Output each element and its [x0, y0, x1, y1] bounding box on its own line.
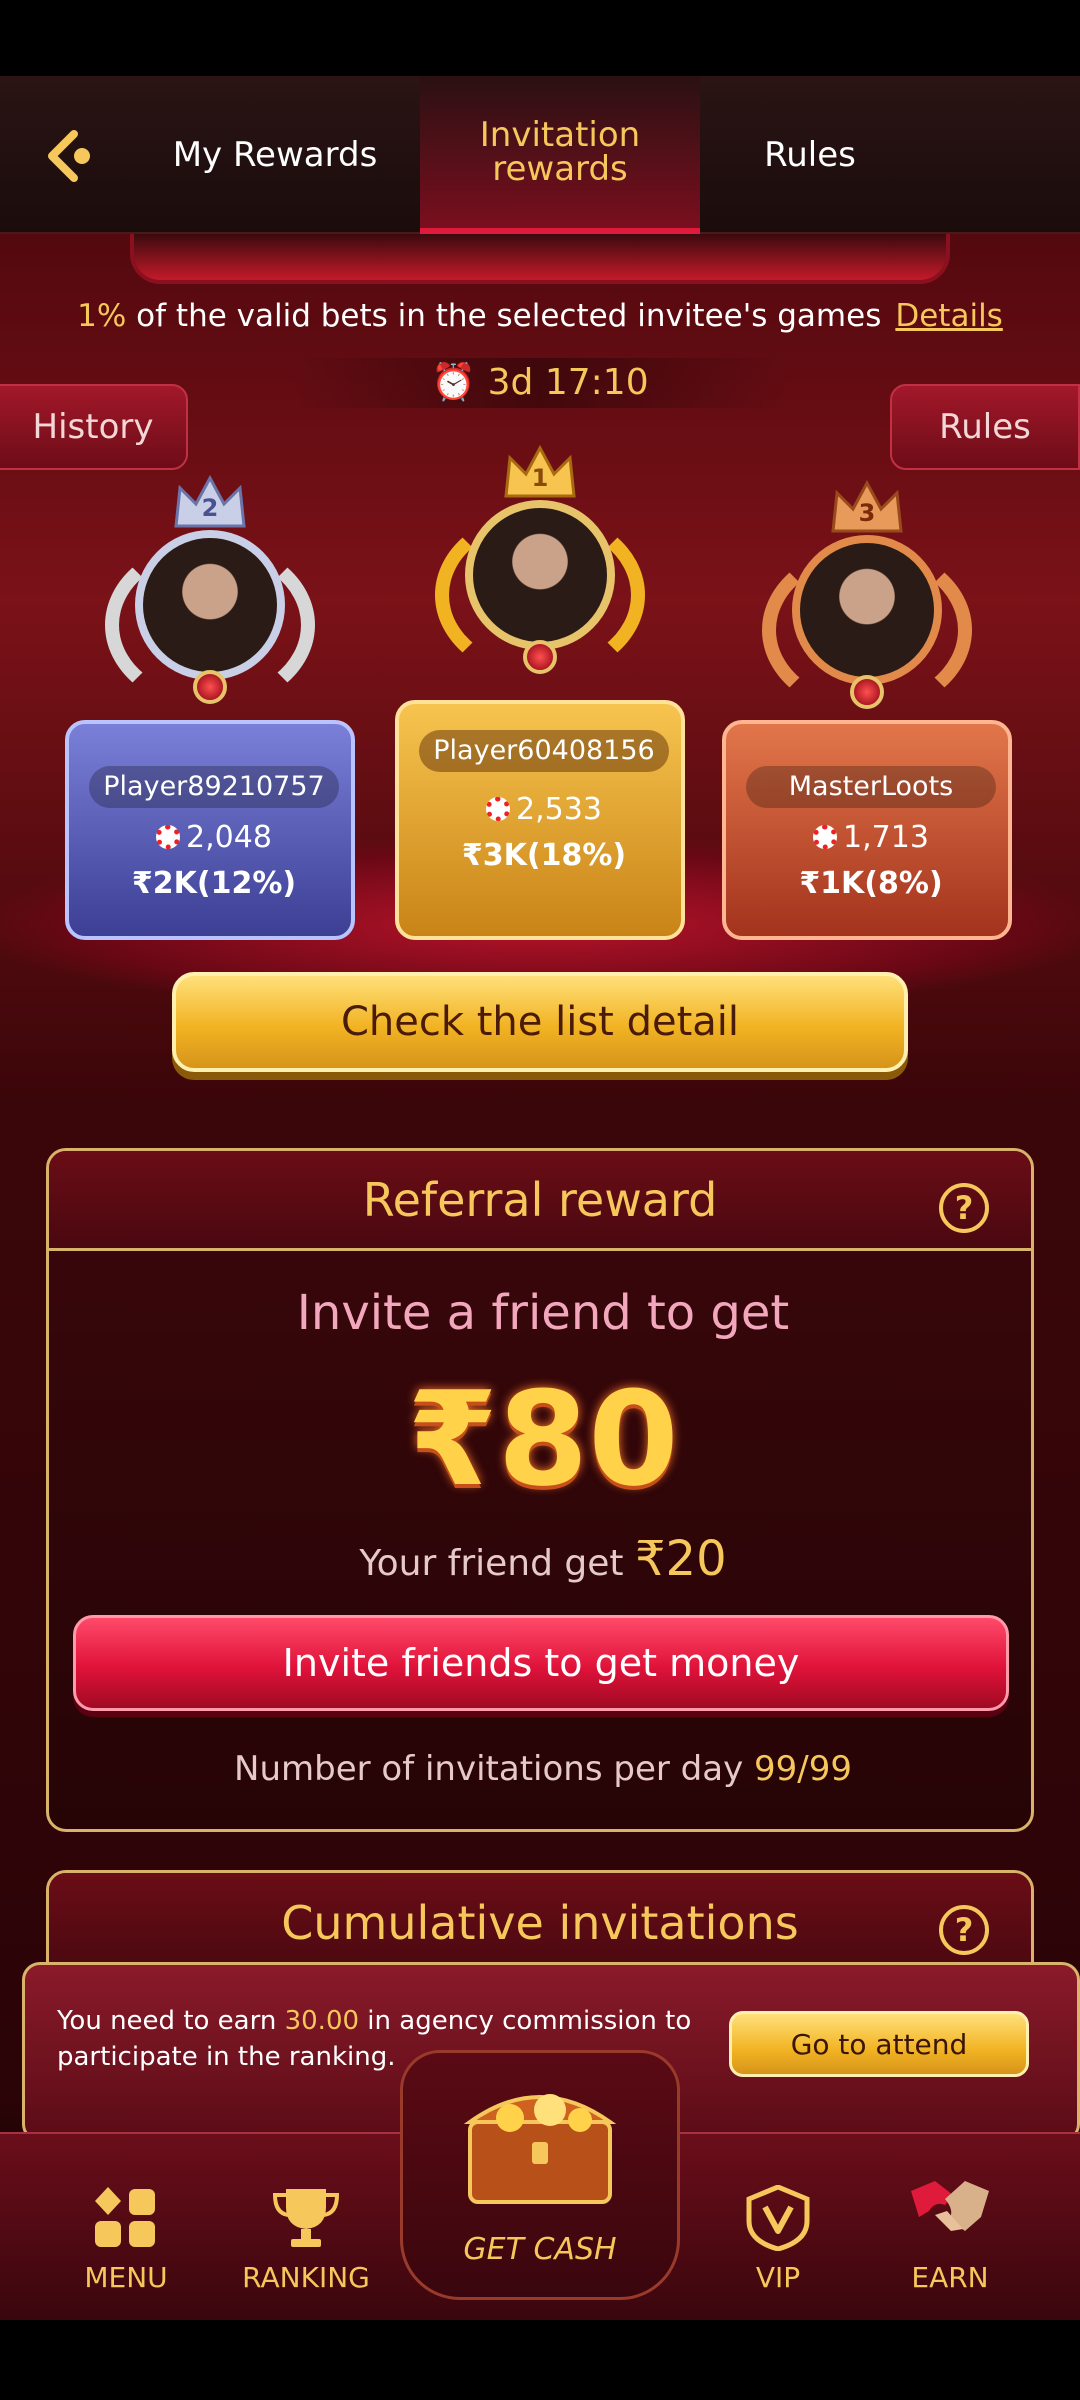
rank-3-score: 1,713 [726, 820, 1016, 855]
nav-menu[interactable]: MENU [46, 2134, 206, 2322]
reward-description-text: of the valid bets in the selected invite… [126, 298, 882, 334]
reward-description: 1% of the valid bets in the selected inv… [0, 298, 1080, 334]
ruby-gem-icon [850, 675, 884, 709]
rank-2-name: Player89210757 [89, 766, 339, 808]
invitations-per-day: Number of invitations per day 99/99 [49, 1749, 1031, 1789]
referral-reward-header: Referral reward ? [49, 1151, 1031, 1251]
rank-2-avatar[interactable]: 2 [105, 474, 315, 710]
rank-2-reward: ₹2K(12%) [131, 866, 297, 901]
rank-3-avatar[interactable]: 3 [762, 479, 972, 715]
cumulative-invitations-title: Cumulative invitations [281, 1896, 799, 1950]
poker-chip-icon [156, 825, 181, 849]
invite-friend-text: Invite a friend to get [296, 1285, 790, 1341]
podium-rank-2: Player89210757 2,048 ₹2K(12%) [65, 720, 355, 940]
tab-my-rewards[interactable]: My Rewards [150, 76, 400, 234]
nav-vip[interactable]: VIP [698, 2134, 858, 2322]
handshake-icon [911, 2181, 989, 2231]
podium-rank-3: MasterLoots 1,713 ₹1K(8%) [722, 720, 1012, 940]
poker-chip-icon [813, 825, 838, 849]
help-icon[interactable]: ? [939, 1183, 989, 1233]
rank-2-score: 2,048 [69, 820, 359, 855]
history-button[interactable]: History [0, 384, 188, 470]
alarm-clock-icon: ⏰ [431, 362, 477, 403]
cumulative-invitations-header: Cumulative invitations ? [49, 1873, 1031, 1973]
banner-rail [130, 234, 950, 284]
rank-1-reward: ₹3K(18%) [461, 838, 627, 873]
friend-reward-amount: ₹20 [634, 1531, 727, 1587]
referral-reward-title: Referral reward [362, 1172, 718, 1227]
rank-3-reward: ₹1K(8%) [799, 866, 943, 901]
nav-earn[interactable]: EARN [870, 2134, 1030, 2322]
nav-get-cash-label: GET CASH [463, 2232, 617, 2267]
nav-get-cash[interactable]: GET CASH [400, 2050, 680, 2300]
ruby-gem-icon [193, 670, 227, 704]
trophy-icon [272, 2189, 340, 2247]
silver-crown-icon: 2 [170, 472, 250, 532]
poker-chip-icon [486, 797, 511, 821]
check-list-detail-button[interactable]: Check the list detail [172, 972, 908, 1072]
rank-3-name: MasterLoots [746, 766, 996, 808]
rank-1-score-value: 2,533 [516, 792, 602, 827]
reward-percent: 1% [77, 298, 127, 334]
vip-shield-icon [746, 2185, 810, 2251]
referral-amount: ₹80 [407, 1363, 679, 1515]
go-to-attend-button[interactable]: Go to attend [729, 2011, 1029, 2077]
referral-reward-card: Referral reward ? Invite a friend to get… [46, 1148, 1034, 1832]
rank-1-avatar[interactable]: 1 [435, 444, 645, 680]
per-day-count: 99/99 [754, 1749, 852, 1789]
podium-rank-1: Player60408156 2,533 ₹3K(18%) [395, 700, 685, 940]
tab-rules[interactable]: Rules [700, 76, 920, 234]
per-day-label: Number of invitations per day [234, 1749, 754, 1789]
treasure-chest-icon [463, 2094, 617, 2204]
help-icon[interactable]: ? [939, 1905, 989, 1955]
friend-reward-prefix: Your friend get [359, 1543, 635, 1584]
invite-friends-button[interactable]: Invite friends to get money [73, 1615, 1009, 1711]
back-arrow-icon[interactable] [40, 126, 100, 186]
rank-1-number: 1 [532, 464, 549, 492]
rank-2-score-value: 2,048 [186, 820, 272, 855]
tab-invitation-rewards[interactable]: Invitation rewards [420, 76, 700, 234]
menu-grid-icon [95, 2187, 155, 2247]
rank-3-number: 3 [859, 499, 876, 527]
gold-crown-icon: 1 [500, 442, 580, 502]
bronze-crown-icon: 3 [827, 477, 907, 537]
avatar [465, 500, 615, 650]
friend-reward-text: Your friend get ₹20 [49, 1531, 1031, 1587]
avatar [135, 530, 285, 680]
rank-3-score-value: 1,713 [843, 820, 929, 855]
avatar [792, 535, 942, 685]
system-nav-bar [0, 2320, 1080, 2400]
notice-prefix: You need to earn [57, 2006, 285, 2036]
rank-2-number: 2 [202, 494, 219, 522]
nav-menu-label: MENU [84, 2261, 168, 2294]
nav-ranking-label: RANKING [242, 2261, 370, 2294]
rank-1-name: Player60408156 [419, 730, 669, 772]
details-link[interactable]: Details [895, 298, 1002, 334]
rank-1-score: 2,533 [399, 792, 689, 827]
notice-value: 30.00 [284, 2006, 360, 2036]
ruby-gem-icon [523, 640, 557, 674]
countdown-timer: ⏰ 3d 17:10 [290, 358, 790, 408]
top-tab-bar: My Rewards Invitation rewards Rules [0, 76, 1080, 234]
status-bar [0, 0, 1080, 76]
nav-earn-label: EARN [911, 2261, 989, 2294]
rules-side-button[interactable]: Rules [890, 384, 1080, 470]
invitation-rewards-page: My Rewards Invitation rewards Rules 1% o… [0, 0, 1080, 2400]
countdown-value: 3d 17:10 [487, 362, 649, 403]
nav-ranking[interactable]: RANKING [226, 2134, 386, 2322]
nav-vip-label: VIP [755, 2261, 801, 2294]
